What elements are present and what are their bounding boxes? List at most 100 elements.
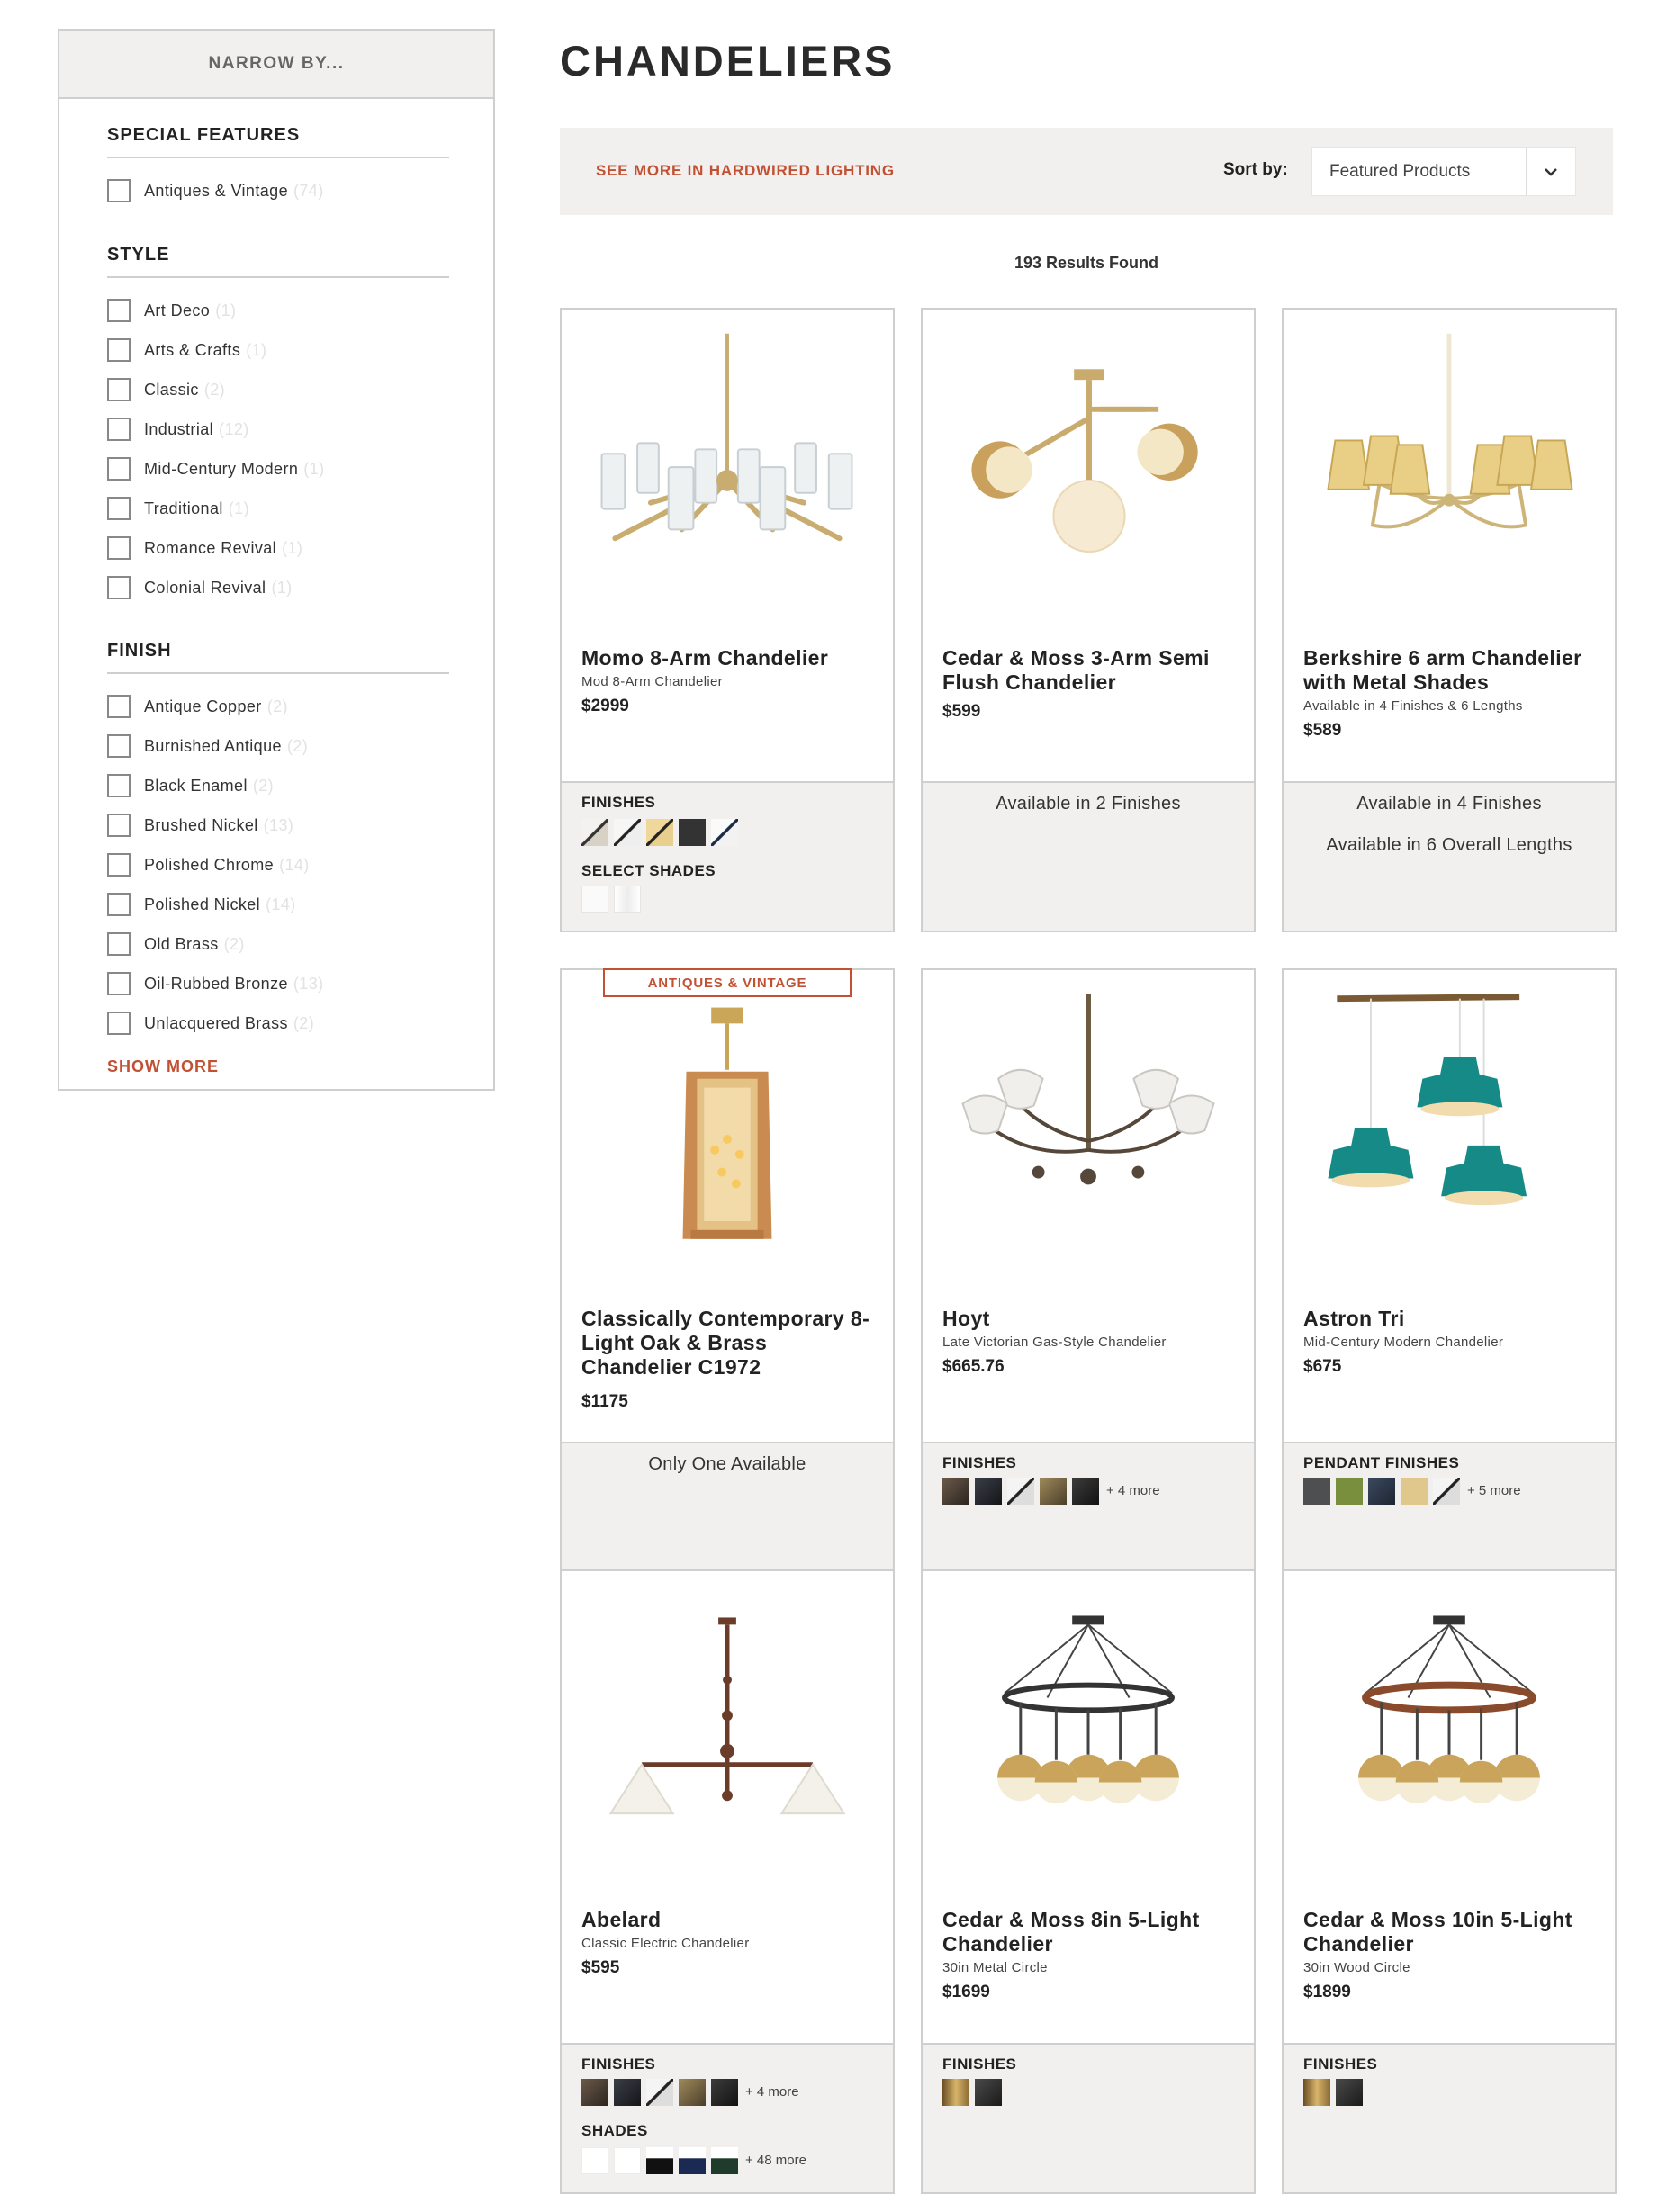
- product-card-classically-contemporary[interactable]: ANTIQUES & VINTAGE Classically Contempor…: [560, 968, 895, 1593]
- finish-swatch[interactable]: [614, 819, 641, 846]
- shade-swatch[interactable]: [646, 2147, 673, 2174]
- filter-option-polished-chrome[interactable]: Polished Chrome (14): [107, 845, 449, 885]
- checkbox[interactable]: [107, 536, 131, 560]
- more-finishes[interactable]: + 5 more: [1467, 1483, 1521, 1498]
- finish-swatch[interactable]: [646, 819, 673, 846]
- finish-swatch[interactable]: [1336, 1478, 1363, 1505]
- checkbox[interactable]: [107, 814, 131, 837]
- filter-option-industrial[interactable]: Industrial (12): [107, 409, 449, 449]
- product-name[interactable]: Abelard: [581, 1908, 879, 1932]
- checkbox[interactable]: [107, 695, 131, 718]
- checkbox[interactable]: [107, 378, 131, 401]
- product-image[interactable]: [562, 310, 893, 643]
- finish-swatch[interactable]: [1303, 2079, 1330, 2106]
- shade-swatch[interactable]: [711, 2147, 738, 2174]
- finish-swatch[interactable]: [711, 2079, 738, 2106]
- filter-option-black-enamel[interactable]: Black Enamel (2): [107, 766, 449, 805]
- product-card-momo[interactable]: Momo 8-Arm Chandelier Mod 8-Arm Chandeli…: [560, 308, 895, 932]
- checkbox[interactable]: [107, 497, 131, 520]
- shade-swatch[interactable]: [614, 2147, 641, 2174]
- product-card-berkshire[interactable]: Berkshire 6 arm Chandelier with Metal Sh…: [1282, 308, 1617, 932]
- filter-option-mid-century-modern[interactable]: Mid-Century Modern (1): [107, 449, 449, 489]
- finish-swatch[interactable]: [614, 2079, 641, 2106]
- filter-option-colonial-revival[interactable]: Colonial Revival (1): [107, 568, 449, 607]
- filter-option-romance-revival[interactable]: Romance Revival (1): [107, 528, 449, 568]
- filter-option-classic[interactable]: Classic (2): [107, 370, 449, 409]
- product-card-abelard[interactable]: Abelard Classic Electric Chandelier $595…: [560, 1569, 895, 2194]
- chevron-down-icon[interactable]: [1526, 148, 1575, 195]
- filter-option-brushed-nickel[interactable]: Brushed Nickel (13): [107, 805, 449, 845]
- checkbox[interactable]: [107, 1012, 131, 1035]
- product-card-astron-tri[interactable]: Astron Tri Mid-Century Modern Chandelier…: [1282, 968, 1617, 1593]
- see-more-link[interactable]: SEE MORE IN HARDWIRED LIGHTING: [596, 162, 895, 180]
- more-shades[interactable]: + 48 more: [745, 2153, 806, 2168]
- finish-swatch[interactable]: [711, 819, 738, 846]
- shade-swatch[interactable]: [581, 2147, 608, 2174]
- filter-option-traditional[interactable]: Traditional (1): [107, 489, 449, 528]
- product-card-hoyt[interactable]: Hoyt Late Victorian Gas-Style Chandelier…: [921, 968, 1256, 1593]
- filter-option-polished-nickel[interactable]: Polished Nickel (14): [107, 885, 449, 924]
- finish-swatch[interactable]: [679, 819, 706, 846]
- checkbox[interactable]: [107, 338, 131, 362]
- filter-option-arts-crafts[interactable]: Arts & Crafts (1): [107, 330, 449, 370]
- finish-swatch[interactable]: [975, 2079, 1002, 2106]
- product-image[interactable]: [923, 310, 1254, 643]
- shade-swatch[interactable]: [614, 886, 641, 913]
- product-name[interactable]: Astron Tri: [1303, 1307, 1600, 1331]
- shade-swatch[interactable]: [679, 2147, 706, 2174]
- filter-option-unlacquered-brass[interactable]: Unlacquered Brass (2): [107, 1003, 449, 1043]
- sort-select[interactable]: Featured Products: [1311, 147, 1576, 196]
- checkbox[interactable]: [107, 734, 131, 758]
- product-image[interactable]: [562, 1571, 893, 1904]
- finish-swatch[interactable]: [1336, 2079, 1363, 2106]
- product-image[interactable]: [923, 970, 1254, 1303]
- more-finishes[interactable]: + 4 more: [745, 2084, 799, 2100]
- product-image[interactable]: [1284, 970, 1615, 1303]
- filter-option-antique-copper[interactable]: Antique Copper (2): [107, 687, 449, 726]
- finish-swatch[interactable]: [1303, 1478, 1330, 1505]
- product-image[interactable]: [562, 970, 893, 1303]
- product-image[interactable]: [1284, 1571, 1615, 1904]
- finish-swatch[interactable]: [1007, 1478, 1034, 1505]
- finish-swatch[interactable]: [646, 2079, 673, 2106]
- product-name[interactable]: Cedar & Moss 3-Arm Semi Flush Chandelier: [942, 646, 1239, 695]
- more-finishes[interactable]: + 4 more: [1106, 1483, 1160, 1498]
- filter-option-antiques-vintage[interactable]: Antiques & Vintage (74): [107, 171, 449, 211]
- shade-swatch[interactable]: [581, 886, 608, 913]
- filter-option-burnished-antique[interactable]: Burnished Antique (2): [107, 726, 449, 766]
- finish-swatch[interactable]: [581, 819, 608, 846]
- checkbox[interactable]: [107, 179, 131, 202]
- product-name[interactable]: Cedar & Moss 8in 5-Light Chandelier: [942, 1908, 1239, 1956]
- checkbox[interactable]: [107, 418, 131, 441]
- finish-swatch[interactable]: [942, 1478, 969, 1505]
- checkbox[interactable]: [107, 457, 131, 481]
- checkbox[interactable]: [107, 932, 131, 956]
- finish-swatch[interactable]: [1040, 1478, 1067, 1505]
- filter-option-old-brass[interactable]: Old Brass (2): [107, 924, 449, 964]
- finish-swatch[interactable]: [581, 2079, 608, 2106]
- finish-swatch[interactable]: [975, 1478, 1002, 1505]
- checkbox[interactable]: [107, 853, 131, 877]
- finish-swatch[interactable]: [1401, 1478, 1428, 1505]
- checkbox[interactable]: [107, 576, 131, 599]
- checkbox[interactable]: [107, 893, 131, 916]
- product-image[interactable]: [1284, 310, 1615, 643]
- checkbox[interactable]: [107, 972, 131, 995]
- product-name[interactable]: Classically Contemporary 8-Light Oak & B…: [581, 1307, 879, 1380]
- product-name[interactable]: Hoyt: [942, 1307, 1239, 1331]
- checkbox[interactable]: [107, 774, 131, 797]
- product-image[interactable]: [923, 1571, 1254, 1904]
- finish-swatch[interactable]: [1368, 1478, 1395, 1505]
- finish-swatch[interactable]: [1072, 1478, 1099, 1505]
- finish-swatch[interactable]: [942, 2079, 969, 2106]
- show-more-link[interactable]: SHOW MORE: [107, 1057, 449, 1076]
- product-name[interactable]: Cedar & Moss 10in 5-Light Chandelier: [1303, 1908, 1600, 1956]
- product-name[interactable]: Berkshire 6 arm Chandelier with Metal Sh…: [1303, 646, 1600, 695]
- filter-option-art-deco[interactable]: Art Deco (1): [107, 291, 449, 330]
- product-card-cedar-moss-3-arm[interactable]: Cedar & Moss 3-Arm Semi Flush Chandelier…: [921, 308, 1256, 932]
- product-card-cedar-moss-10in[interactable]: Cedar & Moss 10in 5-Light Chandelier 30i…: [1282, 1569, 1617, 2194]
- product-card-cedar-moss-8in[interactable]: Cedar & Moss 8in 5-Light Chandelier 30in…: [921, 1569, 1256, 2194]
- product-name[interactable]: Momo 8-Arm Chandelier: [581, 646, 879, 670]
- filter-option-oil-rubbed-bronze[interactable]: Oil-Rubbed Bronze (13): [107, 964, 449, 1003]
- checkbox[interactable]: [107, 299, 131, 322]
